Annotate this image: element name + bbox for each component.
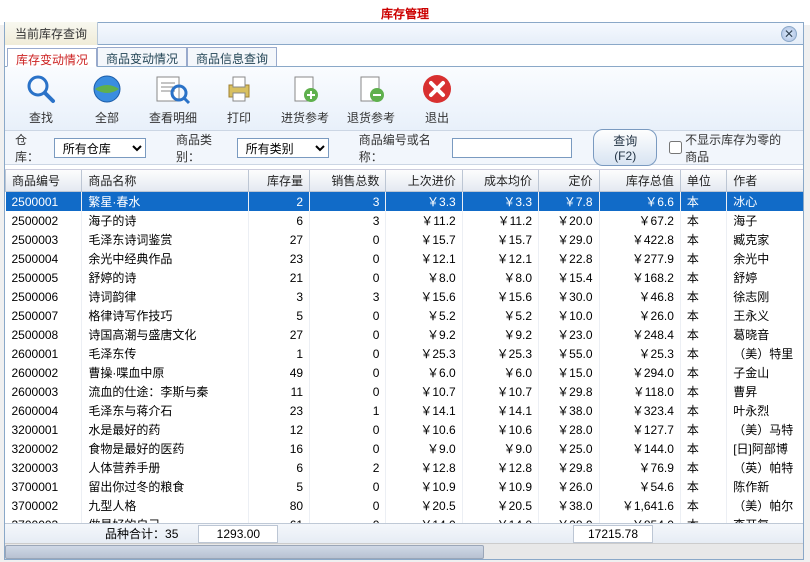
search-icon	[25, 71, 57, 107]
exit-button[interactable]: 退出	[413, 71, 461, 126]
column-header[interactable]: 上次进价	[386, 170, 462, 192]
filter-bar: 仓库： 所有仓库 商品类别： 所有类别 商品编号或名称： 查询(F2) 不显示库…	[5, 131, 803, 165]
warehouse-label: 仓库：	[15, 131, 48, 165]
column-header[interactable]: 单位	[680, 170, 726, 192]
table-row[interactable]: 3200002食物是最好的医药160￥9.0￥9.0￥25.0￥144.0本[日…	[6, 439, 804, 458]
close-icon[interactable]: ✕	[781, 26, 797, 42]
table-row[interactable]: 3200001水是最好的药120￥10.6￥10.6￥28.0￥127.7本（美…	[6, 420, 804, 439]
column-header[interactable]: 定价	[539, 170, 600, 192]
status-bar: 品种合计：35 1293.00 17215.78	[5, 523, 803, 543]
tab-product-change[interactable]: 商品变动情况	[97, 47, 187, 66]
column-header[interactable]: 销售总数	[310, 170, 386, 192]
purchase-ref-button[interactable]: 进货参考	[281, 71, 329, 126]
column-header[interactable]: 商品名称	[82, 170, 248, 192]
column-header[interactable]: 作者	[727, 170, 803, 192]
sub-tab-bar: 库存变动情况 商品变动情况 商品信息查询	[5, 45, 803, 67]
table-row[interactable]: 3200003人体营养手册62￥12.8￥12.8￥29.8￥76.9本（英）帕…	[6, 458, 804, 477]
hide-zero-checkbox[interactable]: 不显示库存为零的商品	[669, 131, 793, 165]
table-row[interactable]: 2500004余光中经典作品230￥12.1￥12.1￥22.8￥277.9本余…	[6, 249, 804, 268]
table-row[interactable]: 2600002曹操·喋血中原490￥6.0￥6.0￥15.0￥294.0本子金山…	[6, 363, 804, 382]
detail-icon	[155, 71, 191, 107]
detail-button[interactable]: 查看明细	[149, 71, 197, 126]
code-label: 商品编号或名称：	[359, 131, 446, 165]
doc-plus-icon	[289, 71, 321, 107]
table-row[interactable]: 3700003做最好的自己610￥14.0￥14.0￥28.0￥854.0本李开…	[6, 515, 804, 523]
table-row[interactable]: 2500003毛泽东诗词鉴赏270￥15.7￥15.7￥29.0￥422.8本臧…	[6, 230, 804, 249]
tab-inventory-change[interactable]: 库存变动情况	[7, 48, 97, 67]
table-area[interactable]: 商品编号商品名称库存量销售总数上次进价成本均价定价库存总值单位作者出版商 250…	[5, 169, 803, 523]
table-row[interactable]: 2500008诗国高潮与盛唐文化270￥9.2￥9.2￥23.0￥248.4本葛…	[6, 325, 804, 344]
column-header[interactable]: 商品编号	[6, 170, 82, 192]
return-ref-button[interactable]: 退货参考	[347, 71, 395, 126]
toolbar: 查找 全部 查看明细 打印 进货参考 退货参考 退出	[5, 67, 803, 131]
table-row[interactable]: 3700002九型人格800￥20.5￥20.5￥38.0￥1,641.6本（美…	[6, 496, 804, 515]
window-tab-bar: 当前库存查询 ✕	[5, 23, 803, 45]
all-button[interactable]: 全部	[83, 71, 131, 126]
horizontal-scrollbar[interactable]	[5, 543, 803, 559]
column-header[interactable]: 库存总值	[599, 170, 680, 192]
table-row[interactable]: 2600003流血的仕途：李斯与秦110￥10.7￥10.7￥29.8￥118.…	[6, 382, 804, 401]
table-row[interactable]: 3700001留出你过冬的粮食50￥10.9￥10.9￥26.0￥54.6本陈作…	[6, 477, 804, 496]
table-row[interactable]: 2500007格律诗写作技巧50￥5.2￥5.2￥10.0￥26.0本王永义青岛…	[6, 306, 804, 325]
value-total: 17215.78	[573, 525, 653, 543]
printer-icon	[223, 71, 255, 107]
window-tab[interactable]: 当前库存查询	[5, 22, 98, 45]
column-header[interactable]: 库存量	[248, 170, 309, 192]
tab-product-info[interactable]: 商品信息查询	[187, 47, 277, 66]
exit-icon	[421, 71, 453, 107]
doc-minus-icon	[355, 71, 387, 107]
count-label: 品种合计：35	[105, 525, 178, 542]
query-button[interactable]: 查询(F2)	[593, 129, 657, 166]
category-select[interactable]: 所有类别	[237, 138, 329, 158]
globe-icon	[91, 71, 123, 107]
qty-total: 1293.00	[198, 525, 278, 543]
code-input[interactable]	[452, 138, 572, 158]
print-button[interactable]: 打印	[215, 71, 263, 126]
find-button[interactable]: 查找	[17, 71, 65, 126]
table-row[interactable]: 2500002海子的诗63￥11.2￥11.2￥20.0￥67.2本海子中国书店…	[6, 211, 804, 230]
column-header[interactable]: 成本均价	[462, 170, 538, 192]
category-label: 商品类别：	[176, 131, 231, 165]
table-row[interactable]: 2500006诗词韵律33￥15.6￥15.6￥30.0￥46.8本徐志刚文具供…	[6, 287, 804, 306]
warehouse-select[interactable]: 所有仓库	[54, 138, 146, 158]
main-window: 当前库存查询 ✕ 库存变动情况 商品变动情况 商品信息查询 查找 全部 查看明细…	[4, 22, 804, 560]
table-row[interactable]: 2500005舒婷的诗210￥8.0￥8.0￥15.4￥168.2本舒婷人民文学…	[6, 268, 804, 287]
table-row[interactable]: 2500001繁星·春水23￥3.3￥3.3￥7.8￥6.6本冰心时代文艺出版	[6, 192, 804, 212]
inventory-table: 商品编号商品名称库存量销售总数上次进价成本均价定价库存总值单位作者出版商 250…	[5, 170, 803, 523]
table-row[interactable]: 2600004毛泽东与蒋介石231￥14.1￥14.1￥38.0￥323.4本叶…	[6, 401, 804, 420]
table-row[interactable]: 2600001毛泽东传10￥25.3￥25.3￥55.0￥25.3本（美）特里人…	[6, 344, 804, 363]
